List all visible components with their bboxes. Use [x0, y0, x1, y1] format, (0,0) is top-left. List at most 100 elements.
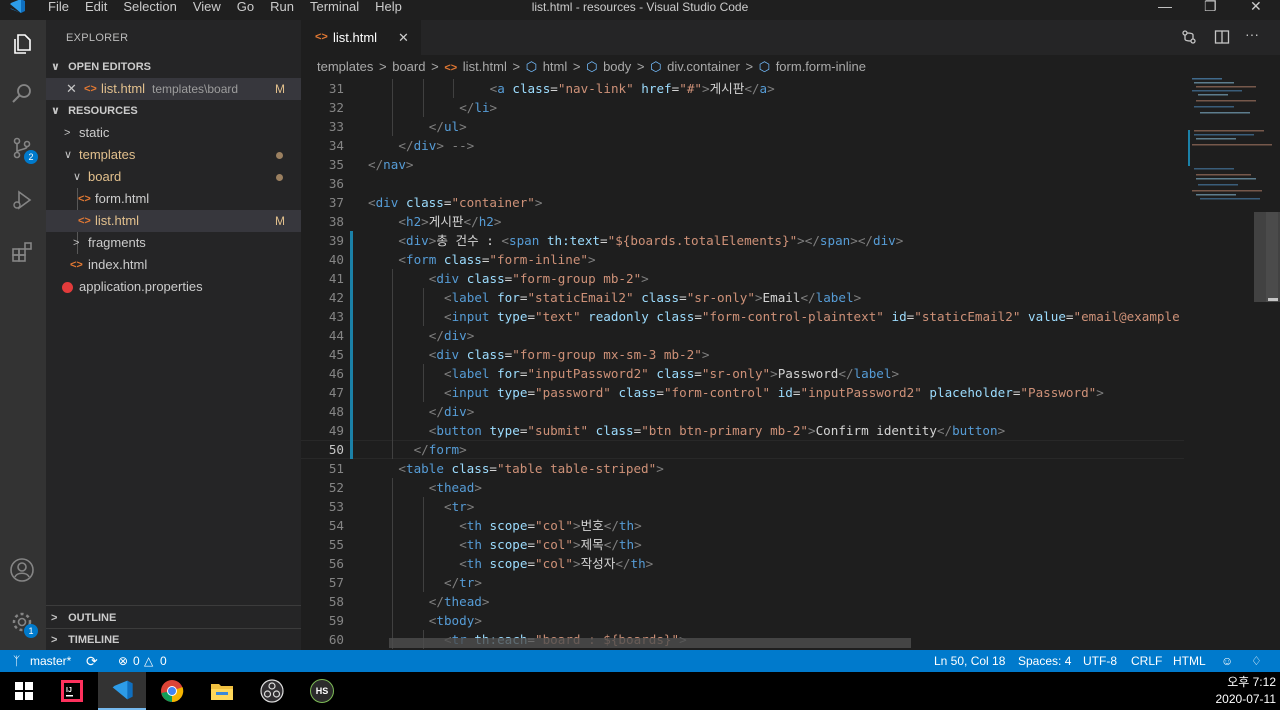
run-debug-icon[interactable]: [8, 186, 36, 214]
breadcrumb-item[interactable]: form.form-inline: [776, 59, 866, 74]
git-branch[interactable]: master*: [30, 650, 71, 672]
file-explorer-icon[interactable]: [198, 672, 246, 710]
extensions-icon[interactable]: [8, 238, 36, 266]
code-line[interactable]: 43 <input type="text" readonly class="for…: [301, 307, 1184, 326]
timeline-section[interactable]: > TIMELINE: [46, 629, 301, 651]
code-line[interactable]: 46 <label for="inputPassword2" class="sr-…: [301, 364, 1184, 383]
code-line[interactable]: 35 </nav>: [301, 155, 1184, 174]
code-line[interactable]: 39 <div>총 건수 : <span th:text="${boards.to…: [301, 231, 1184, 250]
git-change-gutter-marker[interactable]: [350, 402, 353, 421]
minimize-icon[interactable]: —: [1158, 0, 1172, 14]
code-line[interactable]: 37 <div class="container">: [301, 193, 1184, 212]
breadcrumb-item[interactable]: board: [392, 59, 425, 74]
git-change-gutter-marker[interactable]: [350, 288, 353, 307]
code-line[interactable]: 49 <button type="submit" class="btn btn-p…: [301, 421, 1184, 440]
indent-guide: [392, 383, 394, 402]
code-line[interactable]: 48 </div>: [301, 402, 1184, 421]
code-line[interactable]: 57 </tr>: [301, 573, 1184, 592]
end-of-line[interactable]: CRLF: [1131, 650, 1162, 672]
git-change-gutter-marker[interactable]: [350, 231, 353, 250]
tree-item-board[interactable]: ∨ board: [46, 166, 301, 188]
restore-icon[interactable]: ❐: [1204, 0, 1217, 15]
breadcrumb-item[interactable]: html: [543, 59, 568, 74]
encoding[interactable]: UTF-8: [1083, 650, 1117, 672]
git-change-gutter-marker[interactable]: [350, 326, 353, 345]
git-change-gutter-marker[interactable]: [350, 440, 353, 459]
editor-scrollbar-thumb[interactable]: [1266, 212, 1278, 302]
git-change-gutter-marker[interactable]: [350, 250, 353, 269]
minimap[interactable]: [1184, 78, 1280, 650]
clock[interactable]: 오후 7:12 2020-07-11: [1190, 674, 1277, 708]
resources-section[interactable]: ∨ RESOURCES: [46, 100, 301, 122]
code-line[interactable]: 45 <div class="form-group mx-sm-3 mb-2">: [301, 345, 1184, 364]
sync-icon[interactable]: ⟳: [86, 650, 98, 672]
code-line[interactable]: 59 <tbody>: [301, 611, 1184, 630]
close-editor-icon[interactable]: ✕: [66, 78, 77, 100]
code-line[interactable]: 36: [301, 174, 1184, 193]
close-tab-icon[interactable]: ✕: [398, 20, 409, 55]
code-line[interactable]: 58 </thead>: [301, 592, 1184, 611]
code-line[interactable]: 56 <th scope="col">작성자</th>: [301, 554, 1184, 573]
code-line[interactable]: 38 <h2>게시판</h2>: [301, 212, 1184, 231]
code-line[interactable]: 31 <a class="nav-link" href="#">게시판</a>: [301, 79, 1184, 98]
line-number: 45: [328, 347, 344, 362]
horizontal-scrollbar-thumb[interactable]: [389, 638, 911, 648]
tree-item-fragments[interactable]: > fragments: [46, 232, 301, 254]
warning-count[interactable]: 0: [160, 650, 167, 672]
code-line[interactable]: 52 <thead>: [301, 478, 1184, 497]
indentation[interactable]: Spaces: 4: [1018, 650, 1071, 672]
git-change-gutter-marker[interactable]: [350, 345, 353, 364]
git-change-gutter-marker[interactable]: [350, 364, 353, 383]
code-line[interactable]: 54 <th scope="col">번호</th>: [301, 516, 1184, 535]
obs-icon[interactable]: [248, 672, 296, 710]
feedback-icon[interactable]: ☺: [1221, 650, 1233, 672]
tab-list-html[interactable]: <> list.html ✕: [301, 20, 421, 55]
code-line[interactable]: 55 <th scope="col">제목</th>: [301, 535, 1184, 554]
tree-item-index-html[interactable]: <> index.html: [46, 254, 301, 276]
code-line[interactable]: 51 <table class="table table-striped">: [301, 459, 1184, 478]
open-editor-item[interactable]: ✕ <> list.html templates\board M: [46, 78, 301, 100]
open-editors-section[interactable]: ∨ OPEN EDITORS: [46, 56, 301, 78]
git-change-gutter-marker[interactable]: [350, 383, 353, 402]
tree-item-application-properties[interactable]: application.properties: [46, 276, 301, 298]
chrome-icon[interactable]: [148, 672, 196, 710]
git-change-gutter-marker[interactable]: [350, 307, 353, 326]
code-line[interactable]: 40 <form class="form-inline">: [301, 250, 1184, 269]
code-line[interactable]: 32 </li>: [301, 98, 1184, 117]
tree-item-list-html[interactable]: <> list.html M: [46, 210, 301, 232]
code-line[interactable]: 44 </div>: [301, 326, 1184, 345]
code-line[interactable]: 41 <div class="form-group mb-2">: [301, 269, 1184, 288]
breadcrumb-item[interactable]: div.container: [667, 59, 740, 74]
code-line[interactable]: 34 </div> -->: [301, 136, 1184, 155]
tree-item-static[interactable]: > static: [46, 122, 301, 144]
cursor-position[interactable]: Ln 50, Col 18: [934, 650, 1005, 672]
breadcrumb-item[interactable]: list.html: [463, 59, 507, 74]
close-icon[interactable]: ✕: [1250, 0, 1262, 15]
more-actions-icon[interactable]: ···: [1245, 26, 1259, 42]
code-line[interactable]: 47 <input type="password" class="form-con…: [301, 383, 1184, 402]
open-changes-icon[interactable]: [1181, 29, 1197, 50]
windows-start-icon[interactable]: [0, 672, 48, 710]
vscode-taskbar-icon[interactable]: [98, 672, 146, 710]
error-count[interactable]: 0: [133, 650, 140, 672]
breadcrumb-item[interactable]: body: [603, 59, 631, 74]
split-editor-icon[interactable]: [1214, 29, 1230, 50]
code-line[interactable]: 53 <tr>: [301, 497, 1184, 516]
outline-section[interactable]: > OUTLINE: [46, 607, 301, 629]
git-change-gutter-marker[interactable]: [350, 421, 353, 440]
intellij-icon[interactable]: IJ: [48, 672, 96, 710]
code-editor[interactable]: 31 <a class="nav-link" href="#">게시판</a> 32…: [301, 78, 1184, 650]
account-icon[interactable]: [8, 556, 36, 584]
code-line[interactable]: 33 </ul>: [301, 117, 1184, 136]
tree-item-form-html[interactable]: <> form.html: [46, 188, 301, 254]
tree-item-templates[interactable]: ∨ templates: [46, 144, 301, 166]
explorer-icon[interactable]: [8, 30, 36, 58]
breadcrumb-item[interactable]: templates: [317, 59, 373, 74]
hs-app-icon[interactable]: HS: [298, 672, 346, 710]
code-line[interactable]: 50 </form>: [301, 440, 1184, 459]
git-change-gutter-marker[interactable]: [350, 269, 353, 288]
search-icon[interactable]: [8, 80, 36, 108]
language-mode[interactable]: HTML: [1173, 650, 1206, 672]
bell-icon[interactable]: ♢: [1251, 650, 1262, 672]
code-line[interactable]: 42 <label for="staticEmail2" class="sr-on…: [301, 288, 1184, 307]
